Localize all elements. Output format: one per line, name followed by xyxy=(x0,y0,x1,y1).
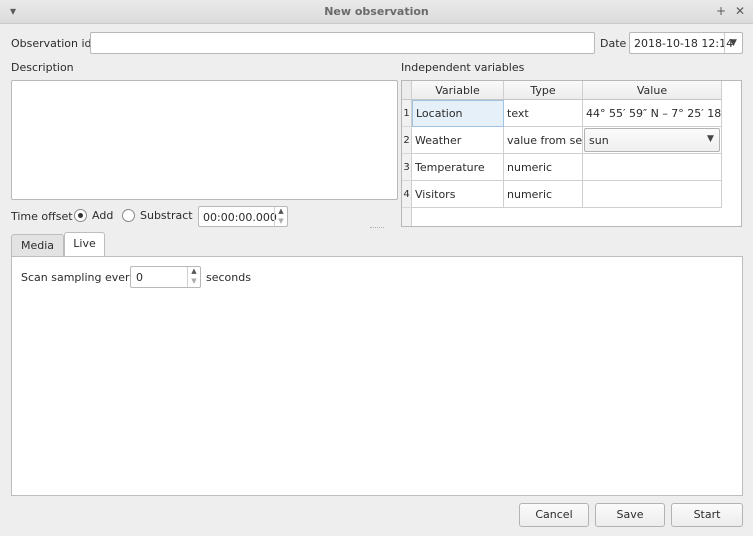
independent-variables-table[interactable]: Variable Type Value 1 Location text 44° … xyxy=(401,80,742,227)
chevron-down-icon[interactable]: ▼ xyxy=(707,134,714,144)
table-cell-type: text xyxy=(504,100,583,127)
description-textarea[interactable] xyxy=(11,80,398,200)
column-header-type[interactable]: Type xyxy=(504,81,583,100)
table-cell-value[interactable] xyxy=(583,154,722,181)
row-header-filler xyxy=(402,208,412,226)
table-cell-variable[interactable]: Temperature xyxy=(412,154,504,181)
radio-selected-dot xyxy=(78,213,83,218)
tab-media[interactable]: Media xyxy=(11,234,64,256)
scan-sampling-spinbox[interactable]: 0 ▲ ▼ xyxy=(130,266,201,288)
table-cell-type: numeric xyxy=(504,181,583,208)
spin-down-icon[interactable]: ▼ xyxy=(188,277,200,287)
observation-id-label: Observation id xyxy=(11,37,92,50)
tab-live[interactable]: Live xyxy=(64,232,105,257)
spin-down-icon[interactable]: ▼ xyxy=(275,217,287,227)
add-radio[interactable] xyxy=(74,209,87,222)
live-tab-panel: Scan sampling every 0 ▲ ▼ seconds xyxy=(11,256,743,496)
splitter-handle[interactable] xyxy=(370,227,384,230)
spin-up-icon[interactable]: ▲ xyxy=(188,267,200,277)
substract-radio[interactable] xyxy=(122,209,135,222)
date-value: 2018-10-18 12:14 xyxy=(634,37,734,50)
chevron-down-icon[interactable]: ▼ xyxy=(724,33,742,53)
pin-icon[interactable]: + xyxy=(713,3,729,19)
independent-variables-label: Independent variables xyxy=(401,61,525,74)
title-bar: ▾ New observation + ✕ xyxy=(0,0,753,24)
substract-radio-label[interactable]: Substract xyxy=(140,209,193,222)
row-header[interactable]: 3 xyxy=(402,154,412,181)
table-corner xyxy=(402,81,412,100)
seconds-label: seconds xyxy=(206,271,251,284)
spin-up-icon[interactable]: ▲ xyxy=(275,207,287,217)
row-header[interactable]: 2 xyxy=(402,127,412,154)
scan-sampling-label: Scan sampling every xyxy=(21,271,137,284)
start-button[interactable]: Start xyxy=(671,503,743,527)
column-header-value[interactable]: Value xyxy=(583,81,722,100)
weather-select-value: sun xyxy=(589,134,609,147)
close-icon[interactable]: ✕ xyxy=(732,3,748,19)
spin-arrows[interactable]: ▲ ▼ xyxy=(274,207,287,226)
time-offset-value: 00:00:00.000 xyxy=(203,211,277,224)
table-cell-value[interactable] xyxy=(583,181,722,208)
table-cell-variable[interactable]: Weather xyxy=(412,127,504,154)
description-label: Description xyxy=(11,61,74,74)
table-cell-variable[interactable]: Visitors xyxy=(412,181,504,208)
spin-arrows[interactable]: ▲ ▼ xyxy=(187,267,200,287)
window-title: New observation xyxy=(324,5,429,18)
column-header-variable[interactable]: Variable xyxy=(412,81,504,100)
time-offset-label: Time offset xyxy=(11,210,73,223)
add-radio-label[interactable]: Add xyxy=(92,209,113,222)
date-label: Date xyxy=(600,37,627,50)
row-header[interactable]: 4 xyxy=(402,181,412,208)
time-offset-spinbox[interactable]: 00:00:00.000 ▲ ▼ xyxy=(198,206,288,227)
scan-sampling-value: 0 xyxy=(136,271,143,284)
date-picker[interactable]: 2018-10-18 12:14 ▼ xyxy=(629,32,743,54)
table-cell-value[interactable]: sun ▼ xyxy=(583,127,722,154)
table-cell-value[interactable]: 44° 55′ 59″ N – 7° 25′ 18″ E xyxy=(583,100,722,127)
table-cell-variable[interactable]: Location xyxy=(412,100,504,127)
row-header[interactable]: 1 xyxy=(402,100,412,127)
cancel-button[interactable]: Cancel xyxy=(519,503,589,527)
table-cell-type: value from set xyxy=(504,127,583,154)
table-cell-type: numeric xyxy=(504,154,583,181)
observation-id-input[interactable] xyxy=(90,32,595,54)
weather-select[interactable]: sun ▼ xyxy=(584,128,720,152)
save-button[interactable]: Save xyxy=(595,503,665,527)
